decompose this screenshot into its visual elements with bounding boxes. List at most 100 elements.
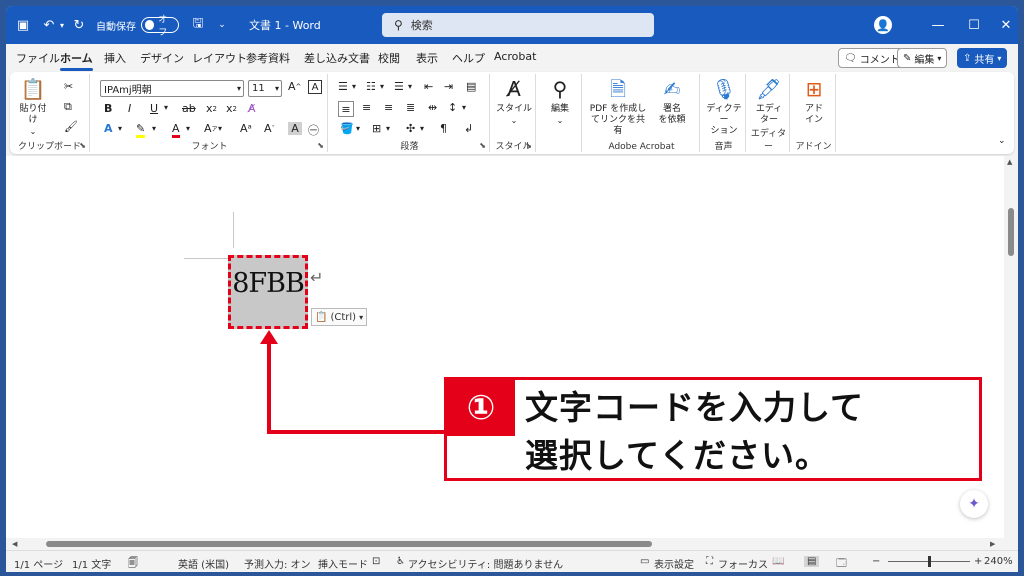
- focus-mode[interactable]: フォーカス: [718, 556, 768, 571]
- selected-text-highlight[interactable]: 8FBB: [228, 255, 308, 329]
- word-app-icon[interactable]: ▣: [14, 16, 32, 34]
- asian-layout-dropdown-icon[interactable]: ▾: [420, 124, 424, 133]
- font-color-icon[interactable]: A: [172, 122, 180, 138]
- font-name-combo[interactable]: IPAmj明朝 ▾: [100, 80, 244, 97]
- read-mode-icon[interactable]: 📖: [772, 556, 784, 567]
- request-signature-button[interactable]: ✍ 署名 を依頼: [652, 76, 692, 126]
- increase-indent-icon[interactable]: ⇥: [444, 80, 453, 93]
- collapse-ribbon-icon[interactable]: ⌄: [998, 136, 1006, 146]
- autosave-toggle[interactable]: オフ: [141, 15, 179, 38]
- tab-mailings[interactable]: 差し込み文書: [304, 50, 370, 66]
- bullets-icon[interactable]: ☰: [338, 80, 348, 93]
- align-left-icon[interactable]: ≡: [338, 101, 354, 117]
- tab-layout[interactable]: レイアウト: [192, 50, 247, 66]
- text-effects-dropdown-icon[interactable]: ▾: [118, 124, 122, 133]
- close-button[interactable]: ✕: [986, 6, 1018, 44]
- numbering-icon[interactable]: ☷: [366, 80, 376, 93]
- subscript-icon[interactable]: x2: [206, 102, 217, 115]
- vertical-scroll-thumb[interactable]: [1008, 208, 1014, 256]
- superscript-icon[interactable]: x2: [226, 102, 237, 115]
- vertical-scrollbar[interactable]: ▲: [1004, 156, 1018, 542]
- horizontal-scroll-thumb[interactable]: [46, 541, 652, 547]
- paste-options-button[interactable]: 📋 (Ctrl) ▾: [311, 308, 368, 326]
- redo-icon[interactable]: ↻: [70, 16, 88, 34]
- tab-help[interactable]: ヘルプ: [452, 50, 485, 66]
- decrease-indent-icon[interactable]: ⇤: [424, 80, 433, 93]
- highlight-dropdown-icon[interactable]: ▾: [152, 124, 156, 133]
- styles-button[interactable]: A̸ スタイル ⌄: [496, 76, 532, 126]
- comment-button[interactable]: 🗨 コメント: [838, 48, 906, 68]
- account-avatar-icon[interactable]: 👤: [874, 16, 892, 34]
- scroll-left-icon[interactable]: ◀: [12, 540, 17, 548]
- scroll-right-icon[interactable]: ▶: [990, 540, 995, 548]
- addins-button[interactable]: ⊞ アド イン: [796, 76, 832, 126]
- accessibility-status[interactable]: アクセシビリティ: 問題ありません: [408, 556, 563, 571]
- tab-acrobat[interactable]: Acrobat: [494, 50, 536, 63]
- align-right-icon[interactable]: ≡: [384, 101, 393, 114]
- display-settings[interactable]: 表示設定: [654, 556, 694, 571]
- bullets-dropdown-icon[interactable]: ▾: [352, 82, 356, 91]
- insert-mode-status[interactable]: 挿入モード: [318, 556, 368, 571]
- macro-record-icon[interactable]: ⊡: [372, 556, 380, 567]
- text-effects-icon[interactable]: A: [104, 122, 113, 135]
- page-count[interactable]: 1/1 ページ: [14, 556, 63, 571]
- document-page[interactable]: 8FBB ↵ 📋 (Ctrl) ▾ ① 文字コードを入力して 選択してください。…: [6, 156, 1004, 542]
- borders-icon[interactable]: ⊞: [372, 122, 381, 135]
- justify-icon[interactable]: ≣: [406, 101, 415, 114]
- dialog-launcher-icon[interactable]: ⬊: [317, 141, 324, 150]
- text-effect-icon[interactable]: A̸: [248, 102, 256, 115]
- cut-icon[interactable]: ✂: [64, 80, 73, 93]
- shrink-font-icon[interactable]: Aˇ: [264, 122, 275, 135]
- edit-mode-button[interactable]: ✎ 編集 ▾: [897, 48, 948, 68]
- language-status[interactable]: 英語 (米国): [178, 556, 229, 571]
- shading-icon[interactable]: 🪣: [340, 122, 354, 135]
- tab-references[interactable]: 参考資料: [246, 50, 290, 66]
- undo-icon[interactable]: ↶: [40, 16, 58, 34]
- zoom-in-icon[interactable]: +: [974, 556, 982, 567]
- horizontal-scrollbar[interactable]: ◀ ▶: [6, 538, 1004, 550]
- dialog-launcher-icon[interactable]: ⬊: [479, 141, 486, 150]
- strikethrough-icon[interactable]: ab: [182, 102, 196, 115]
- minimize-button[interactable]: —: [918, 6, 958, 44]
- proofing-icon[interactable]: 🗐: [128, 556, 138, 572]
- multilevel-dropdown-icon[interactable]: ▾: [408, 82, 412, 91]
- highlight-icon[interactable]: ✎: [136, 122, 146, 138]
- clear-format-icon[interactable]: A: [308, 80, 322, 94]
- zoom-level[interactable]: 240%: [984, 556, 1013, 567]
- dictate-button[interactable]: 🎙 ディクテー ション: [704, 76, 744, 137]
- distributed-icon[interactable]: ⇹: [428, 101, 437, 114]
- tab-home[interactable]: ホーム: [60, 50, 93, 71]
- phonetic-dropdown-icon[interactable]: ▾: [218, 124, 222, 133]
- pdf-share-button[interactable]: 🗎 PDF を作成し てリンクを共有: [588, 76, 648, 137]
- tab-file[interactable]: ファイル: [16, 50, 60, 66]
- editing-button[interactable]: ⚲ 編集 ⌄: [542, 76, 578, 126]
- accessibility-icon[interactable]: ♿: [396, 556, 405, 567]
- font-color-dropdown-icon[interactable]: ▾: [186, 124, 190, 133]
- tab-insert[interactable]: 挿入: [104, 50, 126, 66]
- font-size-combo[interactable]: 11 ▾: [248, 80, 282, 97]
- zoom-slider-thumb[interactable]: [928, 556, 931, 567]
- copilot-icon[interactable]: ✦: [960, 490, 988, 518]
- grow-font-icon[interactable]: A ^: [288, 80, 301, 93]
- tab-view[interactable]: 表示: [416, 50, 438, 66]
- dialog-launcher-icon[interactable]: ⬊: [525, 141, 532, 150]
- word-count[interactable]: 1/1 文字: [72, 556, 111, 571]
- text-direction-icon[interactable]: ↲: [464, 122, 473, 135]
- line-spacing-icon[interactable]: ↕: [448, 101, 457, 114]
- tab-review[interactable]: 校閲: [378, 50, 400, 66]
- numbering-dropdown-icon[interactable]: ▾: [380, 82, 384, 91]
- underline-dropdown-icon[interactable]: ▾: [164, 103, 168, 112]
- share-button[interactable]: ⇪ 共有 ▾: [957, 48, 1008, 68]
- web-layout-icon[interactable]: 🗔: [836, 556, 847, 572]
- show-marks-icon[interactable]: ¶: [440, 122, 447, 135]
- line-spacing-dropdown-icon[interactable]: ▾: [462, 103, 466, 112]
- enclosed-character-icon[interactable]: ㊀: [308, 122, 319, 138]
- underline-icon[interactable]: U: [150, 102, 158, 115]
- customize-toolbar-icon[interactable]: ⌄: [213, 16, 231, 34]
- shading-dropdown-icon[interactable]: ▾: [356, 124, 360, 133]
- character-shading-icon[interactable]: A: [288, 122, 302, 135]
- format-painter-icon[interactable]: 🖌: [64, 120, 78, 133]
- asian-layout-icon[interactable]: ✣: [406, 122, 415, 135]
- copy-icon[interactable]: ⧉: [64, 100, 72, 114]
- dialog-launcher-icon[interactable]: ⬊: [79, 141, 86, 150]
